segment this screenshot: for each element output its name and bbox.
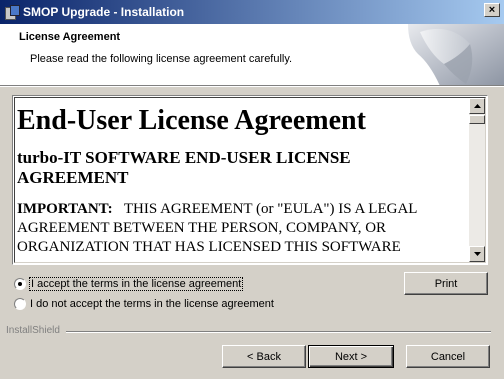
accept-radio[interactable] bbox=[14, 278, 26, 290]
print-button-label: Print bbox=[434, 277, 458, 290]
important-label: IMPORTANT: bbox=[17, 201, 113, 217]
cancel-button[interactable]: Cancel bbox=[406, 345, 490, 368]
title-bar[interactable]: SMOP Upgrade - Installation × bbox=[0, 0, 504, 24]
license-text-box[interactable]: End-User License Agreement turbo-IT SOFT… bbox=[12, 95, 488, 265]
scroll-up-button[interactable] bbox=[469, 98, 485, 114]
decline-option[interactable]: I do not accept the terms in the license… bbox=[14, 296, 274, 312]
back-button-label: < Back bbox=[247, 350, 281, 363]
back-button[interactable]: < Back bbox=[222, 345, 306, 368]
scroll-down-button[interactable] bbox=[469, 246, 485, 262]
license-paragraph: IMPORTANT: THIS AGREEMENT (or "EULA") IS… bbox=[17, 200, 462, 257]
cancel-button-label: Cancel bbox=[430, 350, 466, 363]
arrow-up-icon bbox=[473, 104, 481, 108]
license-text: End-User License Agreement turbo-IT SOFT… bbox=[17, 104, 462, 257]
decline-label[interactable]: I do not accept the terms in the license… bbox=[30, 298, 274, 310]
app-icon bbox=[5, 5, 20, 20]
license-subheading: turbo-IT SOFTWARE END-USER LICENSE AGREE… bbox=[17, 148, 351, 187]
close-button[interactable]: × bbox=[484, 3, 500, 17]
installer-window: SMOP Upgrade - Installation × License Ag… bbox=[0, 0, 504, 379]
next-button[interactable]: Next > bbox=[308, 345, 394, 368]
decline-radio[interactable] bbox=[14, 298, 26, 310]
page-subtitle: Please read the following license agreem… bbox=[30, 53, 293, 65]
page-title: License Agreement bbox=[19, 31, 121, 43]
next-button-label: Next > bbox=[334, 350, 368, 363]
header-banner: License Agreement Please read the follow… bbox=[0, 24, 504, 86]
close-icon: × bbox=[488, 3, 496, 16]
vertical-scrollbar[interactable] bbox=[469, 98, 485, 262]
print-button[interactable]: Print bbox=[404, 272, 488, 295]
scroll-thumb[interactable] bbox=[469, 115, 485, 124]
radio-selected-dot bbox=[18, 282, 22, 286]
installshield-brand: InstallShield bbox=[6, 325, 60, 336]
page-curl-graphic bbox=[408, 24, 504, 85]
accept-option[interactable]: I accept the terms in the license agreem… bbox=[14, 276, 244, 292]
license-heading: End-User License Agreement bbox=[17, 105, 366, 136]
footer-divider bbox=[66, 331, 491, 333]
accept-label[interactable]: I accept the terms in the license agreem… bbox=[28, 277, 244, 291]
window-title: SMOP Upgrade - Installation bbox=[23, 5, 185, 19]
arrow-down-icon bbox=[473, 252, 481, 256]
banner-divider bbox=[0, 86, 504, 87]
